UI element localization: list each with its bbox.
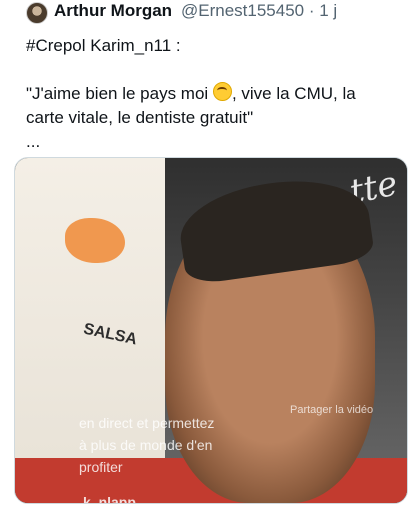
author-avatar[interactable] xyxy=(26,2,48,24)
tweet-text: #Crepol Karim_n11 : "J'aime bien le pays… xyxy=(26,34,406,154)
tweet-line-quote: "J'aime bien le pays moi , vive la CMU, … xyxy=(26,82,406,106)
share-video-overlay: Partager la vidéo xyxy=(290,404,374,416)
live-caption-line-1: en direct et permettez xyxy=(79,415,215,431)
tweet-card: Arthur Morgan @Ernest155450 · 1 j #Crepo… xyxy=(0,0,420,512)
quote-part-2: , vive la CMU, la xyxy=(231,84,356,103)
tweet-ellipsis: ... xyxy=(26,132,41,151)
live-caption-line-3: profiter xyxy=(79,459,123,475)
live-username-tag: k_nlapp xyxy=(83,494,136,504)
quote-part-1: "J'aime bien le pays moi xyxy=(26,84,209,103)
tweet-line-1: #Crepol Karim_n11 : xyxy=(26,36,181,55)
author-name[interactable]: Arthur Morgan xyxy=(54,1,172,21)
grinning-sweat-emoji-icon xyxy=(212,82,232,101)
tweet-line-quote-end: carte vitale, le dentiste gratuit" xyxy=(26,108,254,127)
video-media[interactable]: SALSA tte Partager la vidéo en direct et… xyxy=(14,157,408,504)
live-caption-line-2: à plus de monde d'en xyxy=(79,437,213,453)
menu-poster xyxy=(15,158,170,458)
author-handle-time[interactable]: @Ernest155450 · 1 j xyxy=(181,1,337,21)
